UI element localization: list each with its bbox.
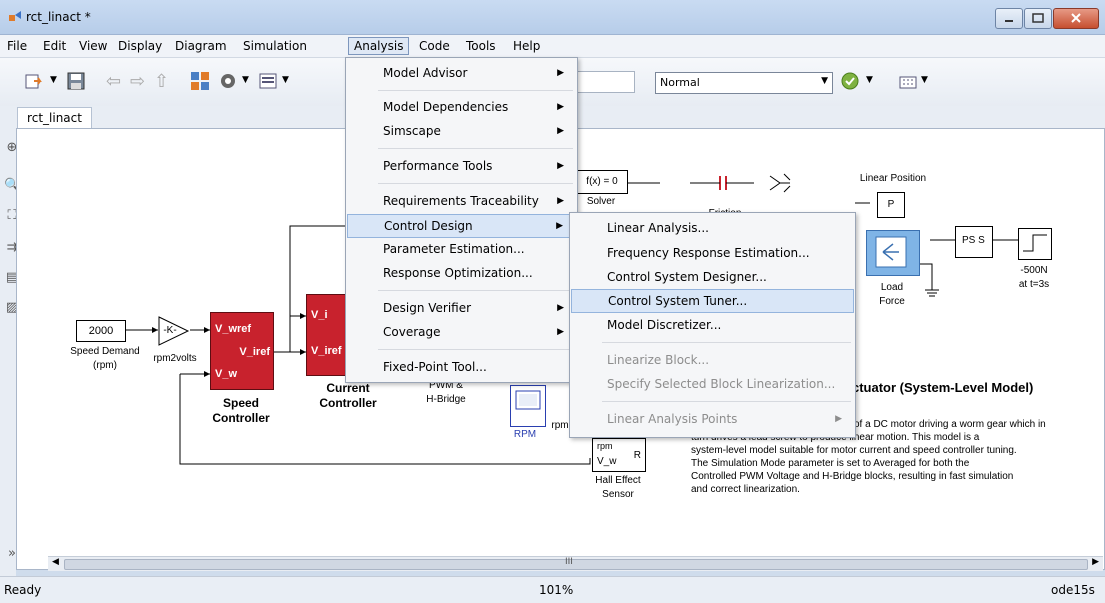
load-force-block[interactable]: [866, 230, 920, 276]
rpm-scope-label: RPM: [513, 429, 537, 440]
speed-controller-label: Speed: [222, 396, 259, 410]
speed-demand-label: Speed Demand: [70, 346, 140, 357]
scroll-right-icon[interactable]: ▶: [1092, 557, 1099, 567]
step-time-label: at t=3s: [1018, 279, 1050, 290]
hall-label: Hall Effect: [595, 475, 641, 486]
menu-item-performance-tools[interactable]: Performance Tools ▶: [347, 155, 576, 177]
status-bar: Ready 101% ode15s: [0, 576, 1105, 603]
scroll-grip: III: [565, 557, 573, 567]
submenu-arrow-icon: ▶: [556, 221, 563, 231]
menu-item-model-advisor[interactable]: Model Advisor ▶: [347, 62, 576, 84]
description-line-5: Controlled PWM Voltage and H-Bridge bloc…: [691, 471, 1014, 482]
step-block[interactable]: [1018, 228, 1052, 260]
step-label: -500N: [1020, 265, 1048, 276]
solver-block[interactable]: f(x) = 0: [576, 170, 628, 194]
menu-item-coverage[interactable]: Coverage ▶: [347, 321, 576, 343]
submenu-arrow-icon: ▶: [557, 161, 564, 171]
hall-port-r: R: [633, 450, 641, 461]
speed-controller-block[interactable]: V_wref V_iref V_w: [210, 312, 274, 390]
menu-separator: [602, 342, 851, 343]
menu-item-model-dependencies[interactable]: Model Dependencies ▶: [347, 96, 576, 118]
menu-item-requirements-traceability[interactable]: Requirements Traceability ▶: [347, 190, 576, 212]
port-v-i: V_i: [311, 309, 328, 321]
menu-item-control-design[interactable]: Control Design ▶: [347, 214, 576, 238]
port-v-w: V_w: [215, 368, 238, 380]
menu-item-response-optimization[interactable]: Response Optimization...: [347, 262, 576, 284]
control-design-submenu: Linear Analysis... Frequency Response Es…: [569, 212, 856, 438]
position-sensor-block[interactable]: P: [877, 192, 905, 218]
linear-position-label: Linear Position: [859, 173, 927, 184]
speed-controller-label-2: Controller: [212, 411, 270, 425]
ps-converter-block[interactable]: PS S: [955, 226, 993, 258]
menu-item-control-system-tuner[interactable]: Control System Tuner...: [571, 289, 854, 313]
hall-port-vw: V_w: [597, 456, 617, 467]
scroll-left-icon[interactable]: ◀: [52, 557, 59, 567]
submenu-arrow-icon: ▶: [557, 327, 564, 337]
status-text: Ready: [4, 583, 42, 597]
description-line-3: system-level model suitable for motor cu…: [691, 445, 1017, 456]
hall-sensor-label: Sensor: [602, 489, 634, 500]
menu-separator: [378, 90, 573, 91]
port-v-iref: V_iref: [239, 346, 270, 358]
force-label: Force: [879, 296, 905, 307]
menu-item-model-discretizer[interactable]: Model Discretizer...: [571, 314, 854, 336]
menu-separator: [602, 401, 851, 402]
menu-item-specify-block-linearization[interactable]: Specify Selected Block Linearization...: [571, 373, 854, 395]
load-label: Load: [880, 282, 904, 293]
menu-separator: [378, 349, 573, 350]
description-line-4: The Simulation Mode parameter is set to …: [691, 458, 970, 469]
speed-demand-unit-label: (rpm): [93, 360, 117, 371]
submenu-arrow-icon: ▶: [557, 102, 564, 112]
menu-item-frequency-response-estimation[interactable]: Frequency Response Estimation...: [571, 242, 854, 264]
zoom-level: 101%: [539, 583, 574, 597]
current-controller-label-2: Controller: [319, 396, 377, 410]
menu-separator: [378, 183, 573, 184]
speed-demand-block[interactable]: 2000: [76, 320, 126, 342]
submenu-arrow-icon: ▶: [557, 126, 564, 136]
menu-item-control-system-designer[interactable]: Control System Designer...: [571, 266, 854, 288]
current-controller-label: Current: [326, 381, 370, 395]
gain-text: -K-: [163, 325, 177, 336]
submenu-arrow-icon: ▶: [835, 414, 842, 424]
gain-block[interactable]: -K-: [158, 316, 190, 349]
analysis-menu: Model Advisor ▶ Model Dependencies ▶ Simsc…: [345, 57, 578, 383]
ps-s-text: PS S: [962, 235, 985, 246]
scroll-thumb[interactable]: III: [64, 557, 1088, 570]
menu-item-fixed-point-tool[interactable]: Fixed-Point Tool...: [347, 356, 576, 378]
menu-separator: [378, 148, 573, 149]
port-v-wref: V_wref: [215, 323, 252, 335]
menu-item-design-verifier[interactable]: Design Verifier ▶: [347, 297, 576, 319]
menu-item-linearize-block[interactable]: Linearize Block...: [571, 349, 854, 371]
gain-label: rpm2volts: [153, 353, 197, 364]
submenu-arrow-icon: ▶: [557, 303, 564, 313]
hall-effect-sensor-block[interactable]: rpm V_w R: [592, 438, 646, 472]
menu-separator: [378, 290, 573, 291]
submenu-arrow-icon: ▶: [557, 68, 564, 78]
submenu-arrow-icon: ▶: [557, 196, 564, 206]
description-title: ctuator (System-Level Model): [852, 380, 1034, 395]
hbridge-label: H-Bridge: [426, 394, 466, 405]
menu-item-linear-analysis[interactable]: Linear Analysis...: [571, 217, 854, 239]
rpm-scope-block[interactable]: [510, 385, 546, 427]
solver-label: Solver: [586, 196, 616, 207]
menu-item-linear-analysis-points[interactable]: Linear Analysis Points ▶: [571, 408, 854, 430]
solver-status: ode15s: [1051, 583, 1095, 597]
horizontal-scrollbar[interactable]: ◀ III ▶: [48, 556, 1103, 571]
menu-item-simscape[interactable]: Simscape ▶: [347, 120, 576, 142]
description-line-6: and correct linearization.: [691, 484, 800, 495]
menu-item-parameter-estimation[interactable]: Parameter Estimation...: [347, 238, 576, 260]
hall-port-rpm: rpm: [597, 441, 613, 451]
